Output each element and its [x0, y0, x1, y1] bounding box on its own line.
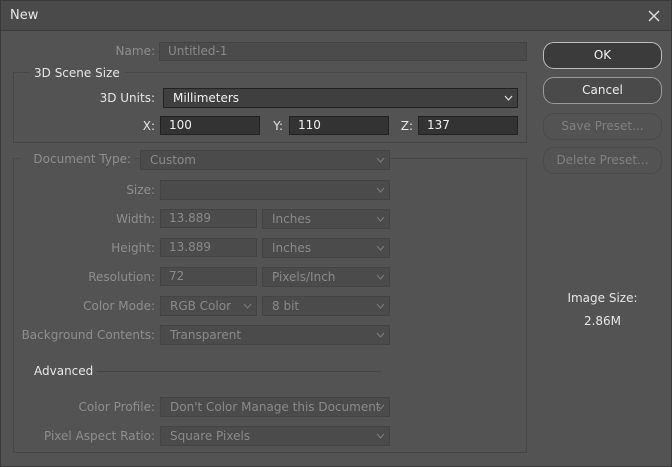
height-unit-value: Inches	[272, 241, 311, 255]
units-label: 3D Units:	[99, 91, 155, 105]
chevron-down-icon	[376, 186, 385, 194]
width-unit-select[interactable]: Inches	[262, 209, 390, 229]
color-mode-select[interactable]: RGB Color	[160, 296, 257, 316]
units-select-value: Millimeters	[173, 91, 240, 105]
size-select[interactable]	[160, 180, 390, 200]
close-button[interactable]	[643, 5, 665, 27]
chevron-down-icon	[504, 94, 513, 102]
advanced-toggle[interactable]: Advanced	[34, 362, 93, 380]
background-contents-select[interactable]: Transparent	[160, 325, 390, 345]
width-input[interactable]: 13.889	[160, 209, 257, 228]
document-type-select[interactable]: Custom	[140, 150, 390, 170]
width-label: Width:	[116, 212, 155, 226]
color-profile-select[interactable]: Don't Color Manage this Document	[160, 397, 390, 417]
bit-depth-select[interactable]: 8 bit	[262, 296, 390, 316]
width-unit-value: Inches	[272, 212, 311, 226]
chevron-down-icon	[243, 302, 252, 310]
height-label: Height:	[111, 241, 155, 255]
color-mode-value: RGB Color	[170, 299, 232, 313]
scene-size-title: 3D Scene Size	[29, 64, 125, 82]
resolution-input[interactable]: 72	[160, 267, 257, 286]
image-size-label: Image Size:	[567, 291, 638, 305]
y-label: Y:	[273, 119, 283, 133]
resolution-unit-select[interactable]: Pixels/Inch	[262, 267, 390, 287]
size-label: Size:	[126, 183, 155, 197]
y-input[interactable]: 110	[289, 116, 389, 135]
advanced-divider	[97, 371, 381, 372]
pixel-aspect-ratio-value: Square Pixels	[170, 429, 251, 443]
chevron-down-icon	[376, 244, 385, 252]
document-type-value: Custom	[150, 153, 196, 167]
background-contents-value: Transparent	[170, 328, 242, 342]
chevron-down-icon	[376, 273, 385, 281]
pixel-aspect-ratio-label: Pixel Aspect Ratio:	[44, 429, 155, 443]
bit-depth-value: 8 bit	[272, 299, 300, 313]
resolution-label: Resolution:	[88, 270, 155, 284]
title-bar[interactable]: New	[1, 1, 671, 31]
document-type-label: Document Type:	[21, 150, 135, 168]
ok-button[interactable]: OK	[543, 42, 662, 69]
chevron-down-icon	[376, 403, 385, 411]
height-input[interactable]: 13.889	[160, 238, 257, 257]
color-profile-value: Don't Color Manage this Document	[170, 400, 381, 414]
z-input[interactable]: 137	[418, 116, 518, 135]
name-input[interactable]: Untitled-1	[159, 42, 527, 61]
chevron-down-icon	[376, 432, 385, 440]
height-unit-select[interactable]: Inches	[262, 238, 390, 258]
x-input[interactable]: 100	[160, 116, 260, 135]
chevron-down-icon	[376, 156, 385, 164]
color-mode-label: Color Mode:	[83, 299, 155, 313]
chevron-down-icon	[376, 302, 385, 310]
window-title: New	[10, 8, 39, 23]
x-label: X:	[142, 119, 155, 133]
chevron-down-icon	[376, 331, 385, 339]
z-label: Z:	[400, 119, 413, 133]
chevron-down-icon	[376, 215, 385, 223]
pixel-aspect-ratio-select[interactable]: Square Pixels	[160, 426, 390, 446]
resolution-unit-value: Pixels/Inch	[272, 270, 336, 284]
name-label: Name:	[115, 44, 155, 58]
color-profile-label: Color Profile:	[78, 400, 156, 414]
new-document-dialog: New Name: Untitled-1 3D Scene Size 3D Un…	[0, 0, 672, 467]
cancel-button[interactable]: Cancel	[543, 77, 662, 104]
units-select[interactable]: Millimeters	[163, 88, 518, 108]
delete-preset-button[interactable]: Delete Preset...	[543, 147, 662, 174]
image-size-value: 2.86M	[583, 314, 622, 328]
save-preset-button[interactable]: Save Preset...	[543, 113, 662, 140]
background-contents-label: Background Contents:	[21, 328, 155, 342]
close-icon	[648, 10, 660, 22]
